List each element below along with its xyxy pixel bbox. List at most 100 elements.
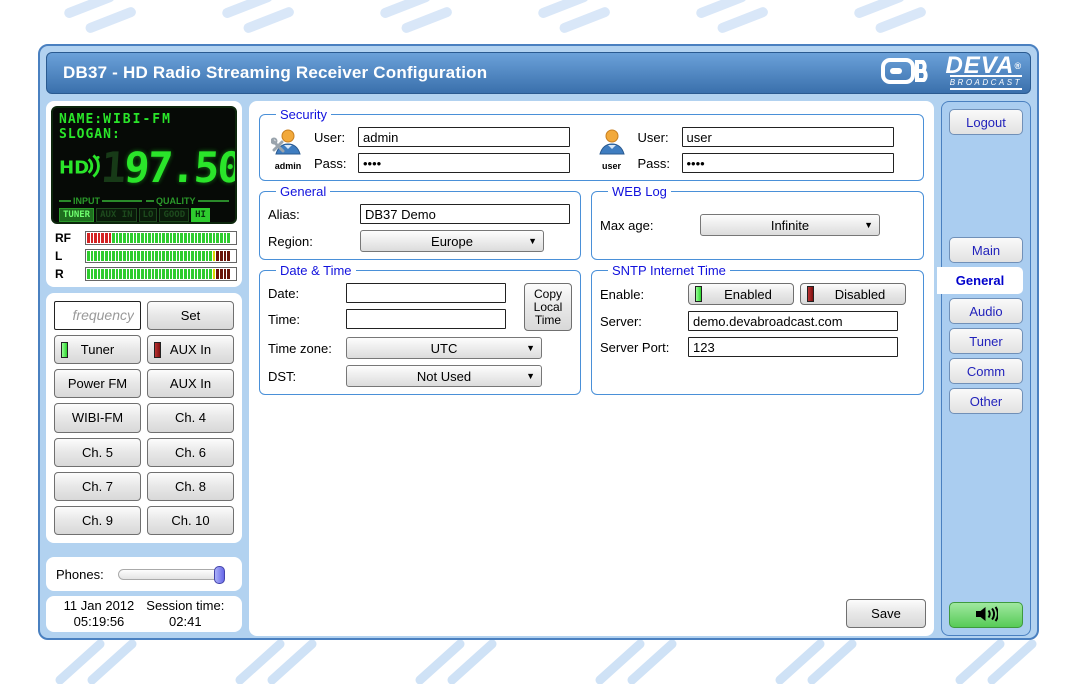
left-meter-label: L [51,249,85,263]
indicator-hi: HI [191,208,210,222]
rf-meter-label: RF [51,231,85,245]
time-input[interactable] [346,309,506,329]
watermark [60,0,150,46]
main-content: Security admin [249,101,934,636]
date-label: Date: [268,286,346,301]
dst-label: DST: [268,369,346,384]
admin-pass-label: Pass: [314,156,358,171]
channel-5-button[interactable]: Ch. 5 [54,438,141,467]
admin-user-input[interactable] [358,127,570,147]
channel-6-button[interactable]: Ch. 6 [147,438,234,467]
channel-8-button[interactable]: Ch. 8 [147,472,234,501]
sntp-server-label: Server: [600,314,688,329]
set-button[interactable]: Set [147,301,234,330]
save-button[interactable]: Save [846,599,926,628]
channel-7-button[interactable]: Ch. 7 [54,472,141,501]
user-avatar: user [592,127,632,170]
chevron-down-icon: ▼ [864,220,873,230]
datetime-legend: Date & Time [276,263,356,278]
green-led-icon [695,286,702,302]
deva-brand-text: DEVA® [945,57,1022,75]
nav-sidebar: Logout Main General Audio Tuner Comm Oth… [941,101,1031,636]
frequency-input[interactable] [54,301,141,330]
chevron-down-icon: ▼ [528,236,537,246]
tab-comm[interactable]: Comm [949,358,1023,384]
general-legend: General [276,184,330,199]
green-led-icon [61,342,68,358]
slider-thumb[interactable] [214,566,225,584]
lcd-meter-panel: NAME:WIBI-FM SLOGAN: HD 197.50 [46,101,242,287]
hd-radio-icon: HD [59,150,101,187]
tab-tuner[interactable]: Tuner [949,328,1023,354]
channel-button-panel: Set Tuner AUX In Power FM AUX In WIBI-FM… [46,293,242,543]
watermark [850,0,940,46]
date-input[interactable] [346,283,506,303]
lcd-frequency: 197.50 [99,146,237,190]
watermark [692,0,782,46]
general-section: General Alias: Region: Europe ▼ [259,184,581,260]
indicator-aux-in: AUX IN [96,208,137,222]
logout-button[interactable]: Logout [949,109,1023,135]
channel-2-button[interactable]: AUX In [147,369,234,398]
tab-other[interactable]: Other [949,388,1023,414]
channel-3-button[interactable]: WIBI-FM [54,403,141,432]
tuner-source-button[interactable]: Tuner [54,335,141,364]
phones-volume-slider[interactable] [118,569,224,580]
lcd-display: NAME:WIBI-FM SLOGAN: HD 197.50 [51,106,237,224]
tab-audio[interactable]: Audio [949,298,1023,324]
dst-select[interactable]: Not Used ▼ [346,365,542,387]
region-label: Region: [268,234,360,249]
security-legend: Security [276,107,331,122]
right-meter-label: R [51,267,85,281]
indicator-lo: LO [139,208,158,222]
admin-user-label: User: [314,130,358,145]
weblog-legend: WEB Log [608,184,671,199]
region-select[interactable]: Europe ▼ [360,230,544,252]
tab-general[interactable]: General [937,267,1023,294]
left-column: NAME:WIBI-FM SLOGAN: HD 197.50 [46,101,242,636]
admin-credentials-group: admin User: Pass: [268,127,592,173]
channel-9-button[interactable]: Ch. 9 [54,506,141,535]
user-pass-input[interactable] [682,153,894,173]
sntp-enable-label: Enable: [600,287,688,302]
alias-input[interactable] [360,204,570,224]
watermark [376,0,466,46]
lcd-slogan-row: SLOGAN: [59,127,229,142]
weblog-section: WEB Log Max age: Infinite ▼ [591,184,924,260]
indicator-good: GOOD [159,208,189,222]
level-meters: RF L R [51,229,237,283]
deva-broadcast-text: BROADCAST [950,75,1022,90]
chevron-down-icon: ▼ [526,371,535,381]
watermark [218,0,308,46]
lcd-name-row: NAME:WIBI-FM [59,112,229,127]
copy-local-time-button[interactable]: Copy Local Time [524,283,572,331]
sntp-server-input[interactable] [688,311,898,331]
device-datetime: 11 Jan 2012 05:19:56 [64,598,135,630]
session-time: Session time: 02:41 [146,598,224,630]
sntp-disabled-button[interactable]: Disabled [800,283,906,305]
time-label: Time: [268,312,346,327]
lcd-group-labels: INPUT QUALITY [59,196,229,206]
audio-monitor-button[interactable] [949,602,1023,628]
sntp-enabled-button[interactable]: Enabled [688,283,794,305]
left-meter-bar [85,249,237,263]
watermark [30,640,1050,684]
tab-main[interactable]: Main [949,237,1023,263]
user-credentials-group: user User: Pass: [592,127,916,173]
sntp-port-input[interactable] [688,337,898,357]
phones-panel: Phones: [46,557,242,591]
max-age-select[interactable]: Infinite ▼ [700,214,880,236]
sntp-legend: SNTP Internet Time [608,263,730,278]
channel-10-button[interactable]: Ch. 10 [147,506,234,535]
timezone-select[interactable]: UTC ▼ [346,337,542,359]
admin-pass-input[interactable] [358,153,570,173]
header-bar: DB37 - HD Radio Streaming Receiver Confi… [46,52,1031,94]
channel-1-button[interactable]: Power FM [54,369,141,398]
security-section: Security admin [259,107,924,181]
aux-in-source-button[interactable]: AUX In [147,335,234,364]
sntp-port-label: Server Port: [600,340,688,355]
user-pass-label: Pass: [638,156,682,171]
user-user-input[interactable] [682,127,894,147]
app-window: DB37 - HD Radio Streaming Receiver Confi… [38,44,1039,640]
channel-4-button[interactable]: Ch. 4 [147,403,234,432]
